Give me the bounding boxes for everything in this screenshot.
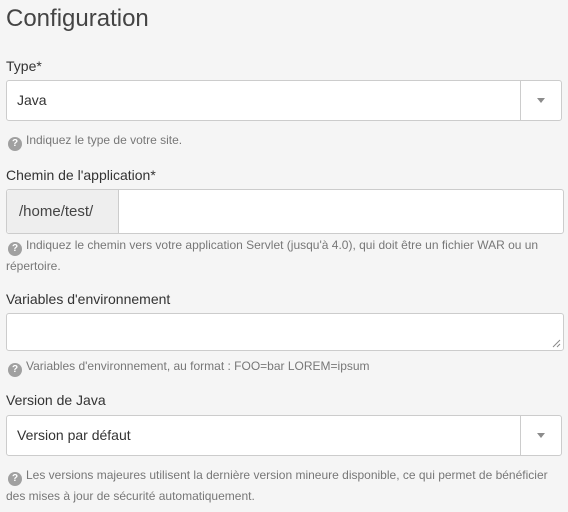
- path-help-text: Indiquez le chemin vers votre applicatio…: [6, 238, 539, 273]
- path-input-group: /home/test/: [6, 189, 564, 234]
- question-circle-icon: ?: [8, 137, 22, 151]
- env-textarea[interactable]: [7, 314, 563, 350]
- java-version-label: Version de Java: [6, 392, 106, 408]
- java-version-select-toggle[interactable]: [520, 416, 561, 455]
- env-help: ? Variables d'environnement, au format : …: [6, 356, 564, 377]
- type-label: Type*: [6, 58, 42, 74]
- java-version-help-text: Les versions majeures utilisent la derni…: [6, 468, 548, 503]
- path-input[interactable]: [120, 190, 561, 233]
- path-label: Chemin de l'application*: [6, 167, 156, 183]
- type-select-value: Java: [17, 92, 47, 108]
- java-version-select[interactable]: Version par défaut: [6, 415, 562, 456]
- path-help: ? Indiquez le chemin vers votre applicati…: [6, 235, 564, 276]
- caret-down-icon: [537, 433, 545, 438]
- caret-down-icon: [537, 98, 545, 103]
- page-title: Configuration: [6, 5, 149, 32]
- type-help-text: Indiquez le type de votre site.: [26, 133, 183, 147]
- type-select[interactable]: Java: [6, 80, 562, 121]
- type-help: ? Indiquez le type de votre site.: [6, 130, 564, 151]
- java-version-help: ? Les versions majeures utilisent la dern…: [6, 465, 564, 506]
- question-circle-icon: ?: [8, 363, 22, 377]
- question-circle-icon: ?: [8, 242, 22, 256]
- java-version-select-value: Version par défaut: [17, 427, 131, 443]
- resize-grip-icon[interactable]: [551, 338, 561, 348]
- env-help-text: Variables d'environnement, au format : F…: [26, 359, 370, 373]
- question-circle-icon: ?: [8, 472, 22, 486]
- path-prefix: /home/test/: [7, 190, 119, 233]
- env-label: Variables d'environnement: [6, 291, 171, 307]
- type-select-toggle[interactable]: [520, 81, 561, 120]
- env-textarea-box: [6, 313, 564, 351]
